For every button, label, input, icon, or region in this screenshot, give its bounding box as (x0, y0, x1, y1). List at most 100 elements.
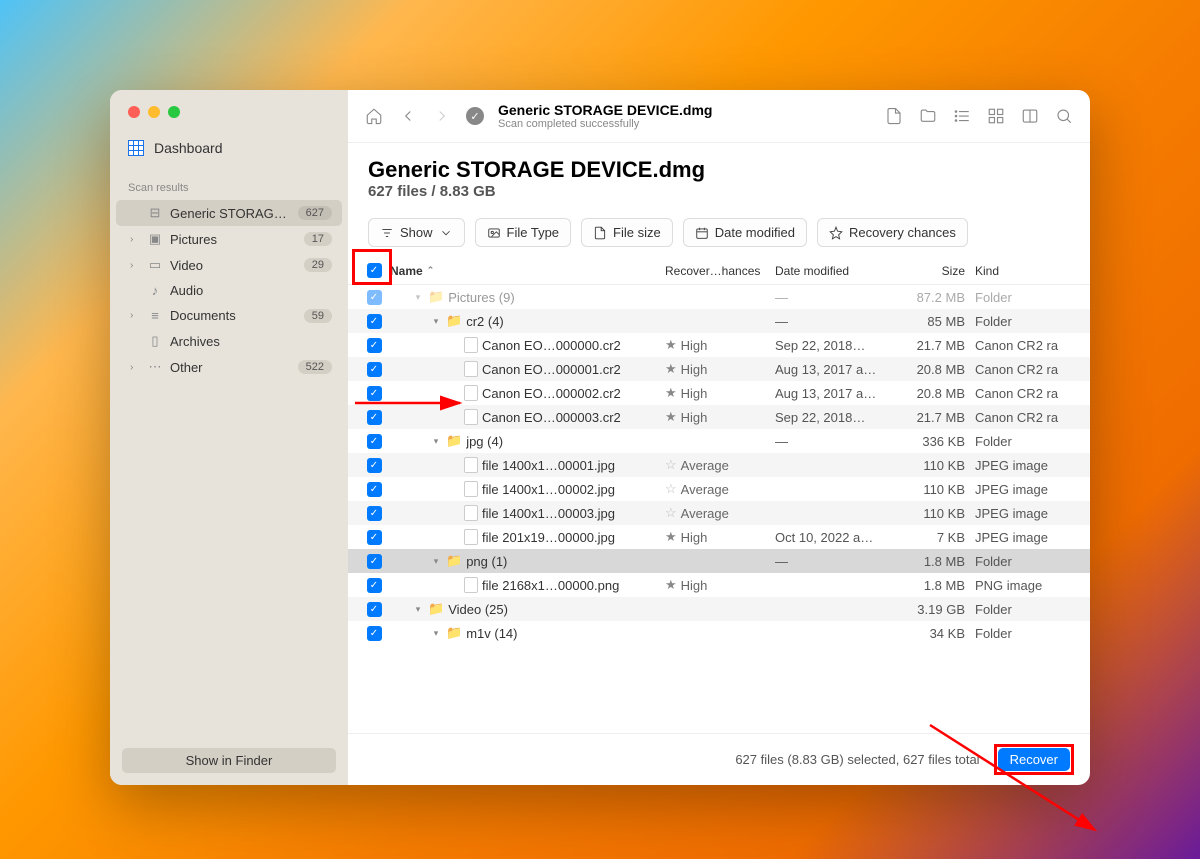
row-checkbox[interactable]: ✓ (367, 434, 382, 449)
table-row[interactable]: ✓file 1400x1…00001.jpg☆Average110 KBJPEG… (348, 453, 1090, 477)
row-checkbox[interactable]: ✓ (367, 530, 382, 545)
minimize-icon[interactable] (148, 106, 160, 118)
sidebar-item[interactable]: ›▣Pictures17 (116, 226, 342, 252)
file-name: file 201x19…00000.jpg (482, 530, 615, 545)
row-checkbox[interactable]: ✓ (367, 506, 382, 521)
table-row[interactable]: ✓▾📁Video (25)3.19 GBFolder (348, 597, 1090, 621)
disclosure-triangle-icon[interactable]: ▾ (430, 628, 442, 639)
toolbar: ✓ Generic STORAGE DEVICE.dmg Scan comple… (348, 90, 1090, 143)
table-row[interactable]: ✓▾📁cr2 (4)—85 MBFolder (348, 309, 1090, 333)
folder-icon: 📁 (446, 433, 462, 449)
row-checkbox[interactable]: ✓ (367, 554, 382, 569)
list-view-icon[interactable] (952, 106, 972, 126)
sidebar-section-header: Scan results (110, 164, 348, 200)
table-row[interactable]: ✓file 201x19…00000.jpg★HighOct 10, 2022 … (348, 525, 1090, 549)
filter-date-modified[interactable]: Date modified (683, 218, 807, 247)
sidebar-item[interactable]: ›⋯Other522 (116, 354, 342, 380)
file-kind: Folder (975, 314, 1070, 329)
row-checkbox[interactable]: ✓ (367, 314, 382, 329)
grid-view-icon[interactable] (986, 106, 1006, 126)
file-kind: JPEG image (975, 482, 1070, 497)
filter-show[interactable]: Show (368, 218, 465, 247)
file-icon (464, 505, 478, 521)
sidebar-item[interactable]: ▯Archives (116, 328, 342, 354)
row-checkbox[interactable]: ✓ (367, 362, 382, 377)
file-size: 34 KB (895, 626, 975, 641)
zoom-icon[interactable] (168, 106, 180, 118)
column-date-modified[interactable]: Date modified (775, 264, 895, 278)
row-checkbox[interactable]: ✓ (367, 626, 382, 641)
filter-file-type[interactable]: File Type (475, 218, 572, 247)
table-row[interactable]: ✓▾📁png (1)—1.8 MBFolder (348, 549, 1090, 573)
row-checkbox[interactable]: ✓ (367, 458, 382, 473)
sidebar-item-label: Video (170, 258, 298, 273)
file-size: 1.8 MB (895, 578, 975, 593)
column-size[interactable]: Size (895, 264, 975, 278)
disclosure-triangle-icon[interactable]: ▾ (430, 316, 442, 327)
row-checkbox[interactable]: ✓ (367, 602, 382, 617)
chevron-right-icon: › (130, 362, 140, 373)
columns-icon[interactable] (1020, 106, 1040, 126)
folder-view-icon[interactable] (918, 106, 938, 126)
file-list[interactable]: ✓▾📁Pictures (9)—87.2 MBFolder✓▾📁cr2 (4)—… (348, 285, 1090, 733)
row-checkbox[interactable]: ✓ (367, 290, 382, 305)
table-row[interactable]: ✓Canon EO…000000.cr2★HighSep 22, 2018…21… (348, 333, 1090, 357)
file-view-icon[interactable] (884, 106, 904, 126)
select-all-checkbox[interactable]: ✓ (367, 263, 382, 278)
annotation-arrow (920, 715, 1120, 835)
file-kind: JPEG image (975, 506, 1070, 521)
filter-file-size[interactable]: File size (581, 218, 673, 247)
filter-bar: Show File Type File size Date modified R… (348, 204, 1090, 261)
table-header: ✓ Name⌃ Recover…hances Date modified Siz… (348, 261, 1090, 285)
sidebar-item[interactable]: ›≡Documents59 (116, 303, 342, 328)
file-name: Canon EO…000002.cr2 (482, 386, 621, 401)
disclosure-triangle-icon[interactable]: ▾ (412, 292, 424, 303)
column-kind[interactable]: Kind (975, 264, 1070, 278)
star-icon: ☆ (665, 457, 677, 473)
date-modified: Aug 13, 2017 a… (775, 362, 895, 377)
file-icon (464, 457, 478, 473)
sidebar-item[interactable]: ⊟Generic STORAG…627 (116, 200, 342, 226)
dashboard-label: Dashboard (154, 140, 223, 156)
column-name[interactable]: Name⌃ (390, 264, 665, 278)
star-icon: ☆ (665, 481, 677, 497)
chevron-right-icon: › (130, 234, 140, 245)
table-row[interactable]: ✓▾📁Pictures (9)—87.2 MBFolder (348, 285, 1090, 309)
star-icon: ★ (665, 361, 677, 377)
table-row[interactable]: ✓file 1400x1…00002.jpg☆Average110 KBJPEG… (348, 477, 1090, 501)
disclosure-triangle-icon[interactable]: ▾ (430, 436, 442, 447)
annotation-arrow (350, 393, 470, 413)
row-checkbox[interactable]: ✓ (367, 578, 382, 593)
table-row[interactable]: ✓▾📁m1v (14)34 KBFolder (348, 621, 1090, 645)
sidebar-item[interactable]: ›▭Video29 (116, 252, 342, 278)
table-row[interactable]: ✓▾📁jpg (4)—336 KBFolder (348, 429, 1090, 453)
row-checkbox[interactable]: ✓ (367, 338, 382, 353)
file-size: 110 KB (895, 482, 975, 497)
filter-recovery-chances[interactable]: Recovery chances (817, 218, 968, 247)
home-icon[interactable] (364, 106, 384, 126)
table-row[interactable]: ✓file 2168x1…00000.png★High1.8 MBPNG ima… (348, 573, 1090, 597)
sidebar-dashboard[interactable]: Dashboard (110, 132, 348, 164)
disclosure-triangle-icon[interactable]: ▾ (412, 604, 424, 615)
date-modified: — (775, 314, 895, 329)
column-recovery-chances[interactable]: Recover…hances (665, 264, 775, 278)
forward-icon[interactable] (432, 106, 452, 126)
file-kind: Folder (975, 602, 1070, 617)
file-name: Video (25) (448, 602, 508, 617)
file-kind: Folder (975, 554, 1070, 569)
date-modified: — (775, 554, 895, 569)
file-kind: Folder (975, 434, 1070, 449)
sidebar-item[interactable]: ♪Audio (116, 278, 342, 303)
disclosure-triangle-icon[interactable]: ▾ (430, 556, 442, 567)
file-name: png (1) (466, 554, 507, 569)
close-icon[interactable] (128, 106, 140, 118)
table-row[interactable]: ✓Canon EO…000001.cr2★HighAug 13, 2017 a…… (348, 357, 1090, 381)
show-in-finder-button[interactable]: Show in Finder (122, 748, 336, 773)
row-checkbox[interactable]: ✓ (367, 482, 382, 497)
recovery-chance: High (681, 386, 708, 401)
star-icon: ★ (665, 385, 677, 401)
table-row[interactable]: ✓file 1400x1…00003.jpg☆Average110 KBJPEG… (348, 501, 1090, 525)
back-icon[interactable] (398, 106, 418, 126)
search-icon[interactable] (1054, 106, 1074, 126)
file-kind: JPEG image (975, 458, 1070, 473)
